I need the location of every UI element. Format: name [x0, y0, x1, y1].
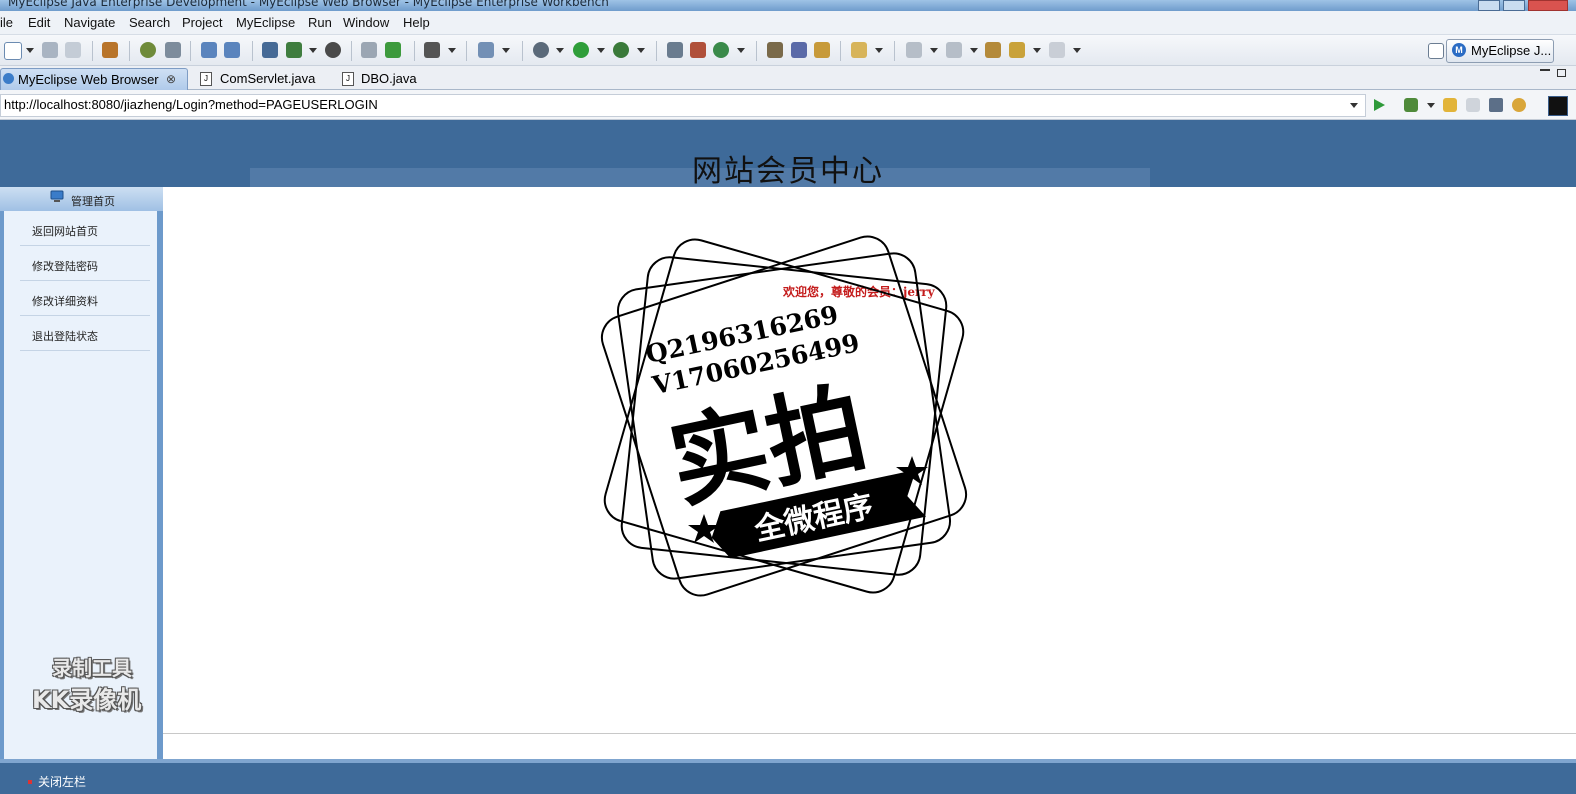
sidebar-item-change-password[interactable]: 修改登陆密码 — [20, 246, 150, 281]
tab-dbo[interactable]: J DBO.java — [338, 68, 438, 90]
maximize-view-icon[interactable] — [1557, 69, 1566, 77]
folder-icon[interactable] — [851, 42, 867, 58]
recorder-watermark: 录制工具 KK录像机 — [32, 656, 142, 714]
menu-project[interactable]: Project — [182, 15, 222, 30]
new-dropdown-icon[interactable] — [26, 48, 34, 53]
next-annotation-icon[interactable] — [906, 42, 922, 58]
new-icon[interactable] — [4, 42, 22, 60]
favorites-dropdown-icon[interactable] — [1427, 103, 1435, 108]
open-icon[interactable] — [361, 42, 377, 58]
menu-edit[interactable]: Edit — [28, 15, 50, 30]
camera-dropdown-icon[interactable] — [448, 48, 456, 53]
sidebar-header[interactable]: 管理首页 — [0, 187, 163, 211]
sidebar-item-edit-profile[interactable]: 修改详细资料 — [20, 281, 150, 316]
back-icon[interactable] — [1009, 42, 1025, 58]
editor-tab-bar: MyEclipse Web Browser ⊗ J ComServlet.jav… — [0, 66, 1576, 91]
server-icon[interactable] — [165, 42, 181, 58]
prev-annotation-icon[interactable] — [946, 42, 962, 58]
menu-myeclipse[interactable]: MyEclipse — [236, 15, 295, 30]
stamp-overlay: Q2196316269 V17060256499 实拍 全微程序 — [600, 235, 968, 597]
computer-icon — [50, 190, 64, 202]
browser-back-icon[interactable] — [1443, 98, 1457, 112]
debug-icon[interactable] — [533, 42, 549, 58]
run-dropdown-icon[interactable] — [597, 48, 605, 53]
run-icon[interactable] — [573, 42, 589, 58]
deploy-icon[interactable] — [262, 42, 278, 58]
java-file-icon: J — [342, 72, 354, 86]
prev-annotation-dropdown-icon[interactable] — [970, 48, 978, 53]
window-title: MyEclipse Java Enterprise Development - … — [8, 0, 609, 9]
rocket-icon[interactable] — [791, 42, 807, 58]
forward-dropdown-icon[interactable] — [1073, 48, 1081, 53]
new-class-dropdown-icon[interactable] — [502, 48, 510, 53]
back-dropdown-icon[interactable] — [1033, 48, 1041, 53]
package-icon[interactable] — [102, 42, 118, 58]
stop-icon[interactable] — [1489, 98, 1503, 112]
java-file-icon: J — [200, 72, 212, 86]
box-icon[interactable] — [814, 42, 830, 58]
refresh-icon[interactable] — [713, 42, 729, 58]
sidebar-item-logout[interactable]: 退出登陆状态 — [20, 316, 150, 351]
url-dropdown-icon[interactable] — [1350, 103, 1358, 108]
menu-help[interactable]: Help — [403, 15, 430, 30]
folder-dropdown-icon[interactable] — [875, 48, 883, 53]
search-edit-icon[interactable] — [224, 42, 240, 58]
browser-address-bar: http://localhost:8080/jiazheng/Login?met… — [0, 90, 1576, 120]
browser-panel-icon[interactable] — [1548, 96, 1568, 116]
edit-icon[interactable] — [201, 42, 217, 58]
main-toolbar: M MyEclipse J... — [0, 35, 1576, 66]
minimize-button[interactable] — [1478, 0, 1500, 11]
menu-navigate[interactable]: Navigate — [64, 15, 115, 30]
sidebar-item-return-home[interactable]: 返回网站首页 — [20, 211, 150, 246]
refresh-dropdown-icon[interactable] — [737, 48, 745, 53]
menu-bar: ile Edit Navigate Search Project MyEclip… — [0, 11, 1576, 35]
minimize-view-icon[interactable] — [1540, 69, 1550, 71]
debug-dropdown-icon[interactable] — [556, 48, 564, 53]
close-sidebar-icon — [28, 780, 32, 784]
new-class-icon[interactable] — [478, 42, 494, 58]
globe-icon[interactable] — [325, 42, 341, 58]
run-server-dropdown-icon[interactable] — [309, 48, 317, 53]
favorites-icon[interactable] — [1404, 98, 1418, 112]
open-folder-icon[interactable] — [767, 42, 783, 58]
go-icon[interactable] — [1374, 99, 1385, 111]
myeclipse-logo-icon: M — [1452, 43, 1466, 57]
menu-run[interactable]: Run — [308, 15, 332, 30]
reload-icon[interactable] — [1512, 98, 1526, 112]
save-all-icon[interactable] — [65, 42, 81, 58]
menu-search[interactable]: Search — [129, 15, 170, 30]
close-sidebar-link[interactable]: 关闭左栏 — [38, 773, 86, 790]
external-tools-icon[interactable] — [613, 42, 629, 58]
run-server-icon[interactable] — [286, 42, 302, 58]
debug-bug-icon[interactable] — [140, 42, 156, 58]
maximize-button[interactable] — [1503, 0, 1525, 11]
menu-file[interactable]: ile — [0, 15, 13, 30]
tab-web-browser[interactable]: MyEclipse Web Browser ⊗ — [0, 68, 188, 91]
site-header: 网站会员中心 — [0, 120, 1576, 189]
next-annotation-dropdown-icon[interactable] — [930, 48, 938, 53]
add-icon[interactable] — [385, 42, 401, 58]
perspective-button[interactable]: M MyEclipse J... — [1446, 39, 1554, 63]
close-window-button[interactable] — [1528, 0, 1568, 11]
hierarchy-icon[interactable] — [690, 42, 706, 58]
close-tab-icon[interactable]: ⊗ — [166, 72, 176, 86]
last-edit-icon[interactable] — [985, 42, 1001, 58]
external-tools-dropdown-icon[interactable] — [637, 48, 645, 53]
page-footer-bar: 关闭左栏 — [0, 759, 1576, 794]
menu-window[interactable]: Window — [343, 15, 389, 30]
camera-icon[interactable] — [424, 42, 440, 58]
save-icon[interactable] — [42, 42, 58, 58]
tab-comservlet[interactable]: J ComServlet.java — [196, 68, 330, 90]
page-title: 网站会员中心 — [692, 154, 884, 189]
open-perspective-icon[interactable] — [1428, 43, 1444, 59]
window-title-bar[interactable]: MyEclipse Java Enterprise Development - … — [0, 0, 1576, 11]
browser-globe-icon — [3, 73, 14, 84]
open-type-icon[interactable] — [667, 42, 683, 58]
browser-forward-icon[interactable] — [1466, 98, 1480, 112]
forward-icon[interactable] — [1049, 42, 1065, 58]
url-input[interactable]: http://localhost:8080/jiazheng/Login?met… — [0, 94, 1366, 117]
